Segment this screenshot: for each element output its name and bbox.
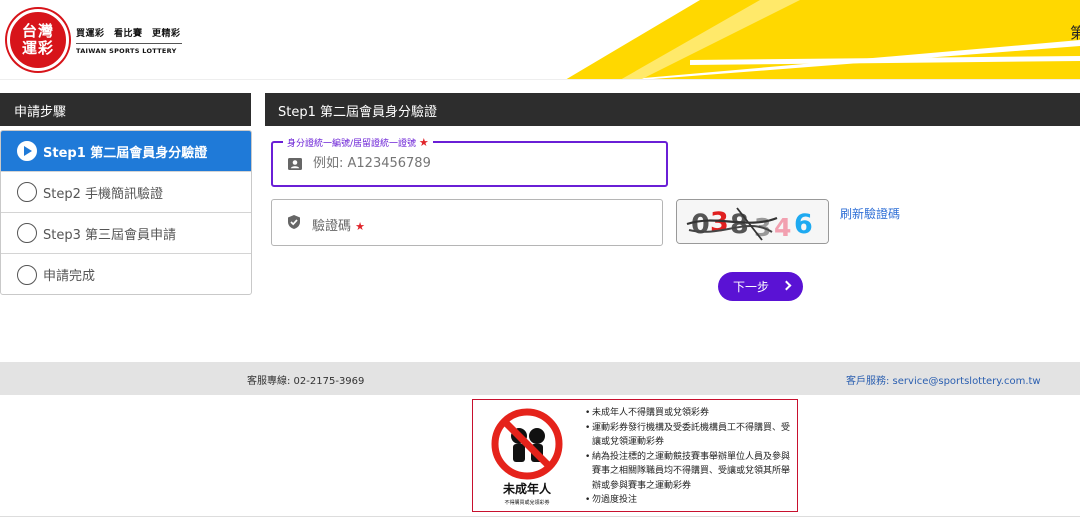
captcha-placeholder: 驗證碼	[312, 219, 352, 234]
id-number-field[interactable]: 身分證統一編號/居留證統一證號 ★	[271, 136, 668, 187]
brand-divider	[76, 43, 182, 44]
step-label: Step3 第三屆會員申請	[43, 227, 177, 243]
step-label: Step1 第二屆會員身分驗證	[43, 145, 208, 161]
captcha-input[interactable]: 驗證碼 ★	[312, 215, 365, 234]
captcha-char: 6	[794, 209, 813, 240]
header-right-text: 第	[1070, 22, 1080, 43]
list-item: 勿過度投注	[585, 493, 795, 508]
logo-text-bottom: 運彩	[21, 39, 54, 57]
radio-circle-icon	[17, 182, 37, 202]
site-header: 台灣 運彩 買運彩 看比賽 更精彩 TAIWAN SPORTS LOTTERY …	[0, 0, 1080, 80]
radio-circle-icon	[17, 264, 37, 285]
brand-logo[interactable]: 台灣 運彩	[7, 9, 69, 71]
captcha-field[interactable]: 驗證碼 ★	[271, 199, 663, 246]
captcha-char: 0	[691, 209, 710, 240]
responsible-gaming-notice: 未成年人 不得購買或兌領彩券 未成年人不得購買或兌領彩券 運動彩券發行機構及受委…	[472, 399, 798, 512]
required-mark: ★	[355, 220, 366, 233]
notice-list: 未成年人不得購買或兌領彩券 運動彩券發行機構及受委託機構員工不得購買、受讓或兌領…	[585, 406, 795, 508]
radio-circle-icon	[17, 223, 37, 243]
sign-subtitle: 不得購買或兌領彩券	[504, 499, 549, 506]
step-item-2[interactable]: Step2 手機簡訊驗證	[1, 172, 251, 213]
list-item: 運動彩券發行機構及受委託機構員工不得購買、受讓或兌領運動彩券	[585, 421, 795, 450]
brand-text: 買運彩 看比賽 更精彩 TAIWAN SPORTS LOTTERY	[76, 26, 182, 55]
step-list: Step1 第二屆會員身分驗證 Step2 手機簡訊驗證 Step3 第三屆會員…	[0, 130, 252, 295]
step-label: 申請完成	[43, 269, 96, 284]
captcha-char: 8	[730, 209, 749, 240]
page-title: Step1 第二屆會員身分驗證	[265, 93, 1080, 126]
required-mark: ★	[418, 136, 429, 149]
footer-bar: 客服專線: 02-2175-3969 客戶服務: service@sportsl…	[0, 362, 1080, 395]
chevron-right-icon	[781, 280, 792, 291]
id-card-icon	[288, 158, 302, 170]
captcha-graphic: 0 3 8 3 4 6	[677, 200, 828, 243]
next-step-button[interactable]: 下一步	[718, 272, 803, 301]
next-step-label: 下一步	[733, 280, 770, 294]
sign-title: 未成年人	[502, 481, 552, 496]
captcha-image: 0 3 8 3 4 6	[676, 199, 829, 244]
brand-name-en: TAIWAN SPORTS LOTTERY	[76, 47, 177, 55]
refresh-captcha-link[interactable]: 刷新驗證碼	[840, 205, 900, 222]
step-item-3[interactable]: Step3 第三屆會員申請	[1, 213, 251, 254]
step-item-1[interactable]: Step1 第二屆會員身分驗證	[1, 131, 251, 172]
step-item-4[interactable]: 申請完成	[1, 254, 251, 294]
brand-slogan: 買運彩 看比賽 更精彩	[76, 29, 181, 39]
no-minors-sign-icon: 未成年人 不得購買或兌領彩券	[491, 408, 563, 506]
customer-service-email-link[interactable]: 客戶服務: service@sportslottery.com.tw	[846, 372, 1041, 387]
id-number-input[interactable]	[313, 156, 633, 171]
play-circle-icon	[17, 141, 37, 161]
logo-text-top: 台灣	[21, 22, 54, 40]
id-number-label: 身分證統一編號/居留證統一證號 ★	[283, 136, 433, 149]
step-label: Step2 手機簡訊驗證	[43, 186, 164, 202]
sidebar-title: 申請步驟	[0, 93, 251, 126]
list-item: 未成年人不得購買或兌領彩券	[585, 406, 795, 421]
page-bottom-divider	[0, 516, 1080, 517]
captcha-char: 3	[710, 207, 729, 238]
list-item: 納為投注標的之運動競技賽事舉辦單位人員及參與賽事之相關隊職員均不得購買、受讓或兌…	[585, 450, 795, 494]
shield-check-icon	[288, 215, 300, 229]
id-number-label-text: 身分證統一編號/居留證統一證號	[287, 139, 417, 149]
customer-hotline: 客服專線: 02-2175-3969	[247, 376, 365, 387]
